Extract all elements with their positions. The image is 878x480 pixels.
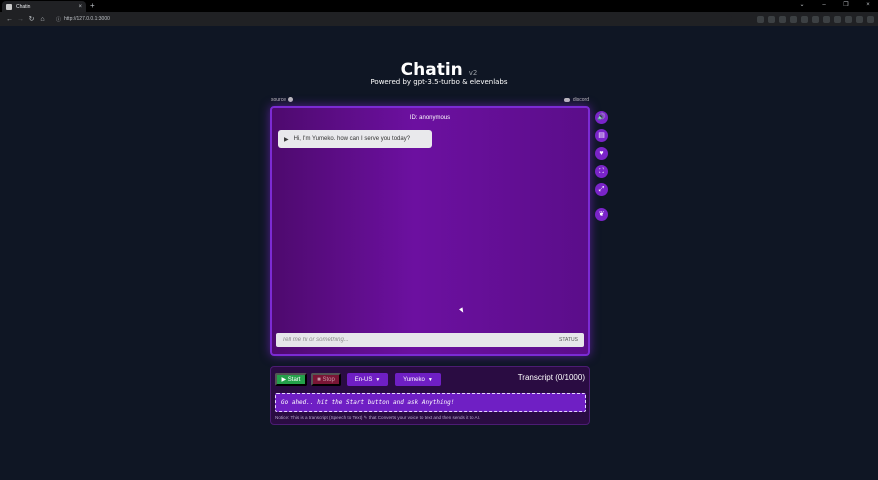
close-window-button[interactable]: ×	[862, 1, 874, 10]
assistant-message: ▶ Hi, I'm Yumeko. how can I serve you to…	[278, 130, 432, 148]
extension-icon[interactable]	[823, 15, 830, 23]
chat-id-label: ID: anonymous	[409, 115, 451, 121]
language-value: En-US	[354, 376, 373, 383]
fullscreen-icon: ⤢	[598, 186, 605, 193]
discord-label: discord	[572, 97, 589, 103]
caret-down-icon: ▼	[375, 376, 381, 383]
source-link[interactable]: source	[271, 97, 294, 103]
chat-input-bar: STATUS	[276, 333, 584, 347]
document-button[interactable]: ▤	[595, 129, 608, 142]
screenshot-button[interactable]: ⛶	[595, 165, 608, 178]
info-icon[interactable]: ⓘ	[56, 16, 61, 23]
bookmark-star-icon[interactable]	[790, 15, 797, 23]
extension-icon[interactable]	[801, 15, 808, 23]
heart-button[interactable]: ♥	[595, 147, 608, 160]
voice-value: Yumeko	[403, 376, 425, 383]
sidebar-icon[interactable]	[845, 15, 852, 23]
chat-input[interactable]	[282, 337, 560, 343]
minimize-button[interactable]: –	[818, 1, 830, 10]
maximize-button[interactable]: ❐	[840, 1, 852, 10]
tab-favicon-icon	[6, 3, 12, 10]
app-title: Chatin	[400, 60, 463, 80]
leaf-button[interactable]: ❦	[595, 208, 608, 221]
url-text: http://127.0.0.1:3000	[64, 16, 110, 22]
message-text: Hi, I'm Yumeko. how can I serve you toda…	[293, 136, 411, 142]
document-icon: ▤	[598, 132, 605, 139]
tab-title: Chatin	[16, 3, 31, 10]
leaf-icon: ❦	[598, 211, 605, 218]
voice-dropdown[interactable]: Yumeko ▼	[395, 373, 441, 386]
back-button[interactable]: ←	[4, 16, 15, 23]
volume-button[interactable]: 🔊	[595, 111, 608, 124]
new-tab-button[interactable]: +	[90, 1, 95, 11]
discord-link[interactable]: discord	[564, 97, 589, 103]
stop-button[interactable]: ■ Stop	[311, 373, 341, 386]
browser-tabstrip: Chatin × + ⌄ – ❐ ×	[0, 0, 878, 12]
caret-down-icon: ▼	[427, 376, 433, 383]
tab-close-icon[interactable]: ×	[78, 4, 82, 10]
extension-bar	[757, 15, 874, 23]
page-subtitle: Powered by gpt-3.5-turbo & elevenlabs	[370, 78, 508, 86]
volume-icon: 🔊	[597, 114, 606, 121]
menu-icon[interactable]	[867, 15, 874, 23]
transcript-box[interactable]: Go ahed.. hit the Start button and ask A…	[275, 393, 586, 412]
browser-tab[interactable]: Chatin ×	[2, 1, 86, 12]
address-bar[interactable]: ⓘ http://127.0.0.1:3000	[52, 14, 732, 24]
source-label: source	[271, 97, 287, 103]
zoom-icon[interactable]	[768, 15, 775, 23]
reload-button[interactable]: ↻	[26, 16, 37, 23]
start-button[interactable]: ▶ Start	[275, 373, 307, 386]
extension-icon[interactable]	[757, 15, 764, 23]
discord-icon	[564, 97, 571, 102]
github-icon	[288, 97, 294, 103]
control-panel: ▶ Start ■ Stop En-US ▼ Yumeko ▼ Transcri…	[270, 366, 590, 425]
puzzle-icon[interactable]	[834, 15, 841, 23]
link-row: source discord	[271, 96, 589, 104]
heart-icon: ♥	[599, 150, 604, 157]
fullscreen-button[interactable]: ⤢	[595, 183, 608, 196]
language-dropdown[interactable]: En-US ▼	[347, 373, 388, 386]
forward-button[interactable]: →	[15, 16, 26, 23]
extension-icon[interactable]	[779, 15, 786, 23]
browser-toolbar: ← → ↻ ⌂ ⓘ http://127.0.0.1:3000	[0, 12, 878, 26]
screenshot-icon: ⛶	[599, 168, 604, 175]
status-label: STATUS	[559, 337, 578, 343]
tab-search-icon[interactable]: ⌄	[796, 1, 808, 10]
page-title: Chatin v2	[0, 60, 878, 80]
profile-avatar[interactable]	[856, 15, 863, 23]
version-label: v2	[468, 69, 478, 77]
notice-text: Notice: This is a transcript (Speech to …	[275, 415, 481, 420]
home-button[interactable]: ⌂	[37, 16, 48, 23]
window-controls: ⌄ – ❐ ×	[796, 1, 874, 10]
play-audio-icon[interactable]: ▶	[284, 136, 289, 143]
transcript-count: Transcript (0/1000)	[517, 373, 585, 382]
extension-icon[interactable]	[812, 15, 819, 23]
chat-window: ID: anonymous ▶ Hi, I'm Yumeko. how can …	[270, 106, 590, 356]
